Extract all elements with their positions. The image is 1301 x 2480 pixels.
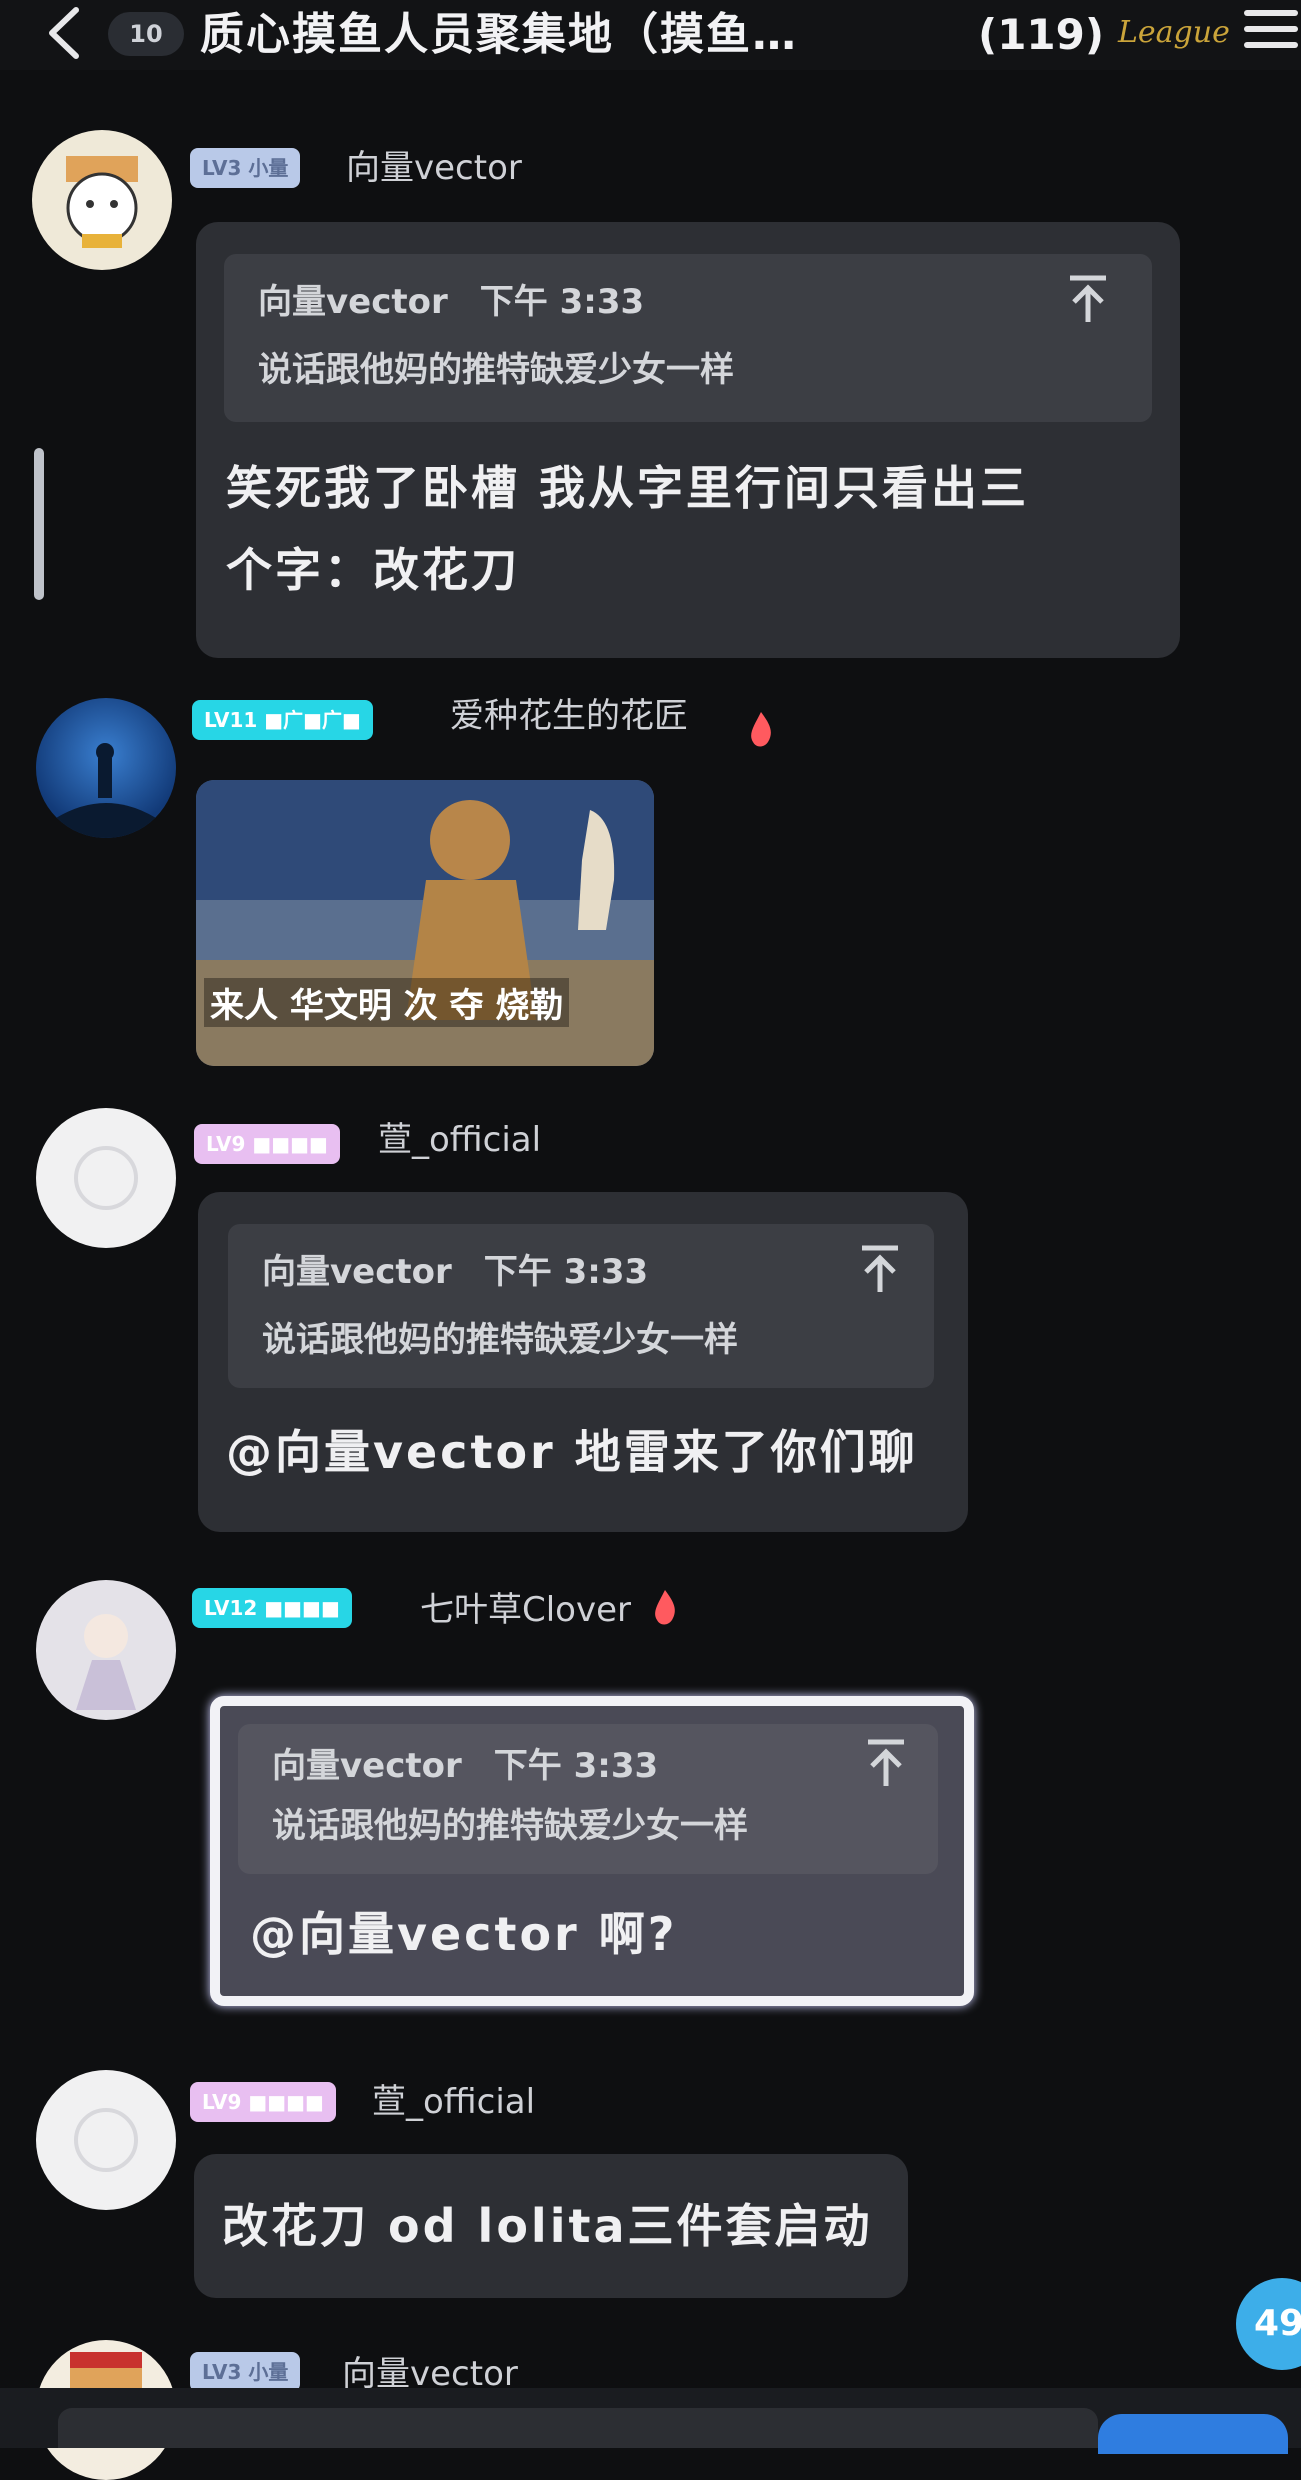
quote-author: 向量vector [272, 1746, 462, 1786]
sender-name[interactable]: 爱种花生的花匠 [450, 694, 688, 738]
unread-count-badge[interactable]: 10 [108, 12, 184, 56]
top-bar: 10 质心摸鱼人员聚集地（摸鱼… (119) League [0, 0, 1301, 70]
jump-to-quote-icon[interactable] [1066, 274, 1110, 326]
flame-icon [751, 712, 771, 747]
message-bubble[interactable]: 向量vector 下午 3:33 说话跟他妈的推特缺爱少女一样 @向量vector… [198, 1192, 968, 1532]
level-badge: LV9 ■■■■ [194, 1124, 340, 1164]
message-text: @向量vector 地雷来了你们聊 [226, 1425, 918, 1479]
member-count: (119) [978, 10, 1105, 59]
avatar[interactable] [36, 1108, 176, 1248]
avatar[interactable] [36, 1580, 176, 1720]
quoted-message[interactable]: 向量vector 下午 3:33 说话跟他妈的推特缺爱少女一样 [224, 254, 1152, 422]
new-messages-badge[interactable]: 49 [1236, 2278, 1301, 2370]
image-caption: 来人 华文明 次 夺 烧勒 [204, 978, 570, 1027]
sender-name[interactable]: 萱_official [372, 2080, 535, 2124]
chat-title[interactable]: 质心摸鱼人员聚集地（摸鱼… [200, 8, 1090, 62]
quote-text: 说话跟他妈的推特缺爱少女一样 [262, 1320, 738, 1360]
sender-name[interactable]: 向量vector [346, 146, 522, 190]
sender-name[interactable]: 萱_official [378, 1118, 541, 1162]
level-badge: LV9 ■■■■ [190, 2082, 336, 2122]
message-bubble[interactable]: 改花刀 od lolita三件套启动 [194, 2154, 908, 2298]
message-text: 改花刀 od lolita三件套启动 [222, 2199, 873, 2253]
level-badge: LV3 小量 [190, 2352, 301, 2392]
message-text: 个字：改花刀 [226, 543, 520, 597]
back-icon[interactable] [42, 6, 88, 60]
send-button[interactable] [1098, 2414, 1288, 2454]
message-bubble[interactable]: 向量vector 下午 3:33 说话跟他妈的推特缺爱少女一样 笑死我了卧槽 我从… [196, 222, 1180, 658]
quote-text: 说话跟他妈的推特缺爱少女一样 [258, 350, 734, 390]
level-badge: LV3 小量 [190, 148, 301, 188]
avatar[interactable] [36, 698, 176, 838]
jump-to-quote-icon[interactable] [864, 1738, 908, 1790]
menu-icon[interactable] [1244, 10, 1298, 58]
quote-author: 向量vector [258, 282, 448, 322]
quote-time: 下午 3:33 [493, 1746, 659, 1786]
quote-author: 向量vector [262, 1252, 452, 1292]
jump-to-quote-icon[interactable] [858, 1244, 902, 1296]
quote-text: 说话跟他妈的推特缺爱少女一样 [272, 1806, 748, 1846]
quote-meta: 向量vector 下午 3:33 [258, 274, 644, 323]
level-badge: LV11 ■广■广■ [192, 700, 373, 740]
quoted-message[interactable]: 向量vector 下午 3:33 说话跟他妈的推特缺爱少女一样 [228, 1224, 934, 1388]
league-badge[interactable]: League [1118, 8, 1230, 58]
quote-time: 下午 3:33 [483, 1252, 649, 1292]
quote-meta: 向量vector 下午 3:33 [272, 1738, 658, 1787]
avatar[interactable] [32, 130, 172, 270]
level-badge: LV12 ■■■■ [192, 1588, 352, 1628]
flame-icon [655, 1590, 675, 1625]
image-message[interactable]: 来人 华文明 次 夺 烧勒 [196, 780, 654, 1066]
message-text: 笑死我了卧槽 我从字里行间只看出三 [226, 461, 1030, 515]
message-bubble[interactable]: 向量vector 下午 3:33 说话跟他妈的推特缺爱少女一样 @向量vector… [210, 1696, 974, 2006]
scroll-indicator[interactable] [34, 448, 44, 600]
quote-time: 下午 3:33 [479, 282, 645, 322]
sender-name[interactable]: 七叶草Clover [420, 1588, 631, 1632]
message-input[interactable] [58, 2408, 1098, 2448]
quoted-message[interactable]: 向量vector 下午 3:33 说话跟他妈的推特缺爱少女一样 [238, 1724, 938, 1874]
message-text: @向量vector 啊? [250, 1907, 678, 1961]
quote-meta: 向量vector 下午 3:33 [262, 1244, 648, 1293]
avatar[interactable] [36, 2070, 176, 2210]
